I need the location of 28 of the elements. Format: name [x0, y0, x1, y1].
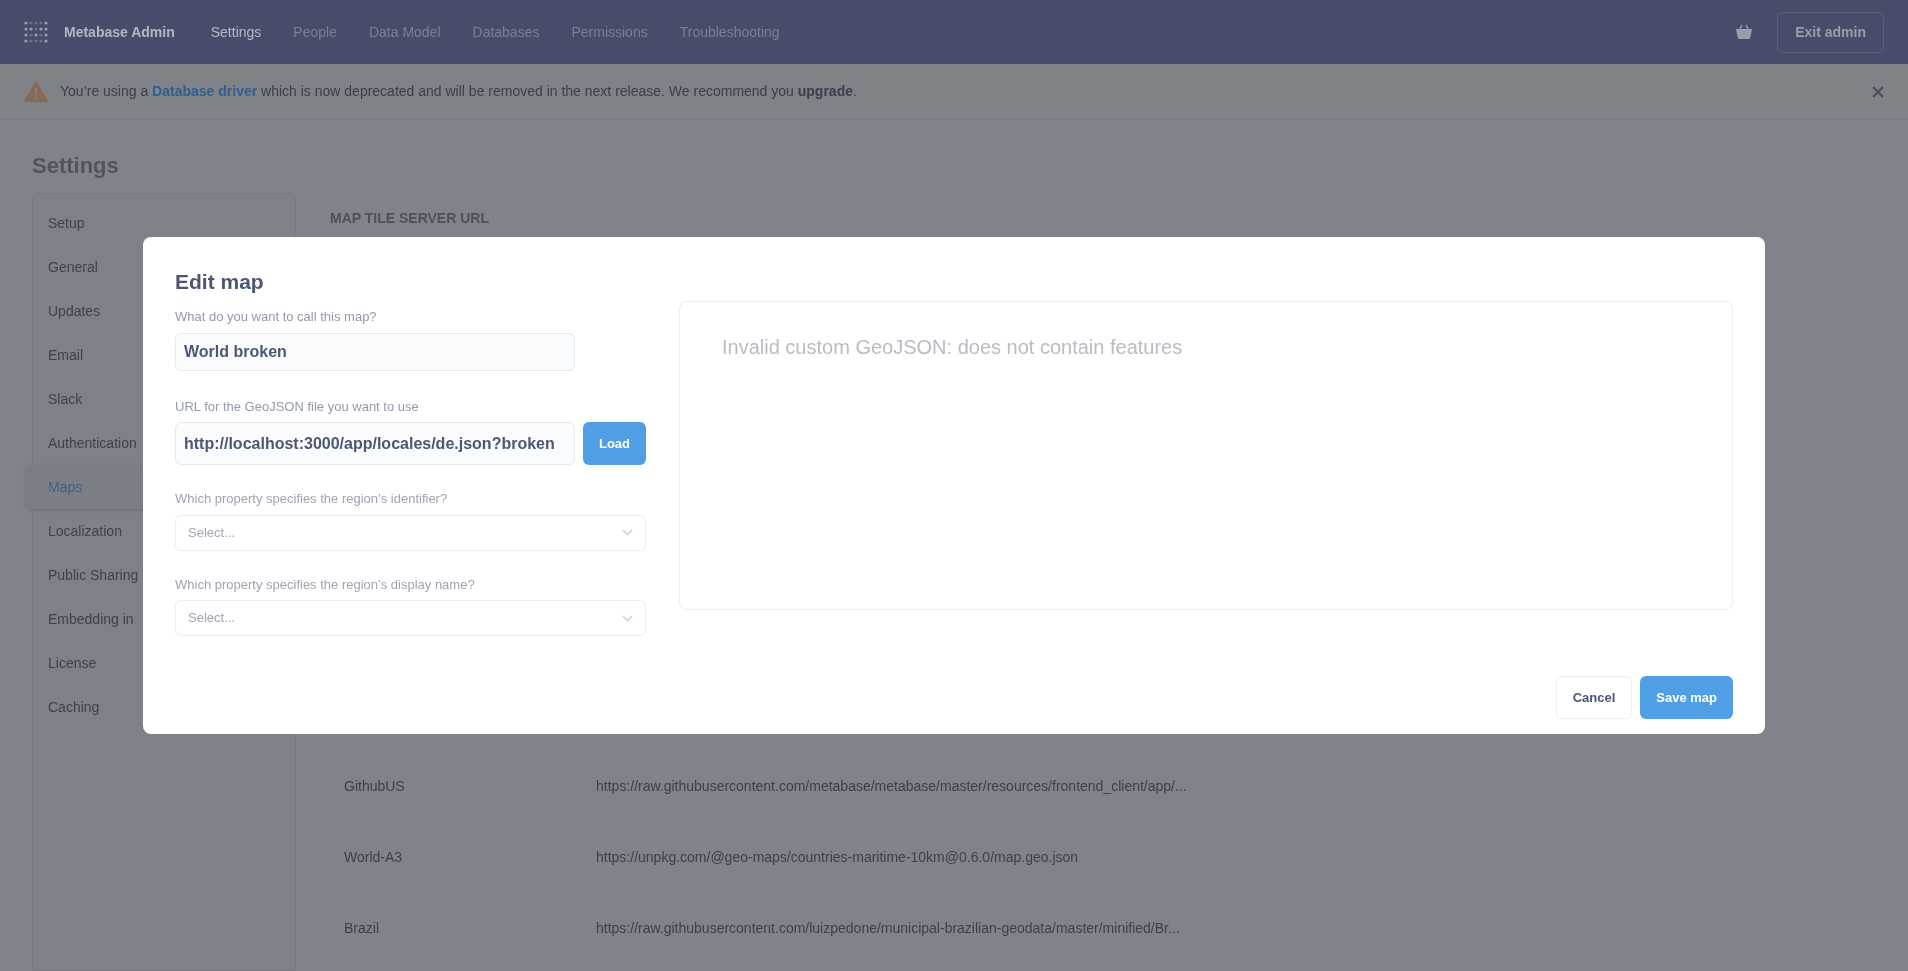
exit-admin-button[interactable]: Exit admin	[1777, 11, 1884, 53]
field-label: Which property specifies the region’s display name?	[175, 575, 476, 594]
basket-icon[interactable]	[1735, 24, 1754, 40]
map-name: GithubUS	[344, 777, 406, 796]
map-name: Brazil	[344, 919, 380, 938]
field-label: What do you want to call this map?	[175, 308, 378, 326]
database-driver-link[interactable]: Database driver	[152, 83, 258, 99]
load-button[interactable]: Load	[583, 422, 646, 465]
close-icon[interactable]	[1872, 85, 1884, 98]
preview-error-message: Invalid custom GeoJSON: does not contain features	[722, 336, 1183, 358]
geojson-url-field[interactable]: http://localhost:3000/app/locales/de.json?broken	[175, 422, 575, 465]
map-url: https://unpkg.com/@geo-maps/countries-maritime-10km@0.6.0/map.geo.json	[596, 848, 1079, 867]
save-map-button[interactable]: Save map	[1640, 676, 1733, 719]
nav-tab[interactable]: Settings	[210, 21, 262, 43]
field-label: URL for the GeoJSON file you want to use	[175, 397, 420, 416]
chevron-down-icon	[622, 614, 633, 622]
logo-icon[interactable]	[24, 20, 48, 44]
map-name-field[interactable]: World broken	[175, 332, 575, 371]
dialog-title: Edit map	[175, 269, 265, 295]
map-name: World-A3	[344, 848, 404, 867]
map-url: https://raw.githubusercontent.com/luizpedone/municipal-brazilian-geodata/master/minified/Br...	[596, 919, 1180, 938]
field-label: Which property specifies the region’s identifier?	[175, 490, 449, 508]
map-url: https://raw.githubusercontent.com/metabase/metabase/master/resources/frontend_client/app/...	[596, 777, 1187, 796]
deprecation-message: You’re using a Database driver which is now deprecated and will be removed in the next release. We recommend you upgrade.	[60, 82, 857, 101]
brand-name: Metabase Admin	[64, 22, 175, 42]
warning-icon	[24, 81, 48, 102]
cancel-button[interactable]: Cancel	[1555, 676, 1633, 719]
chevron-down-icon	[622, 529, 633, 536]
